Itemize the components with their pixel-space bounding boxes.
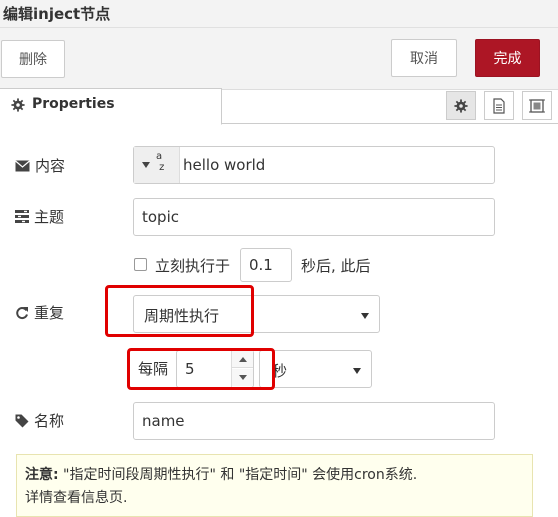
topic-input[interactable]: topic	[133, 198, 495, 236]
interval-highlight-box	[127, 348, 275, 390]
frame-icon	[529, 98, 545, 113]
repeat-label: 重复	[15, 302, 64, 323]
topic-value: topic	[142, 208, 179, 226]
chevron-down-icon	[361, 313, 369, 319]
tab-properties[interactable]: Properties	[0, 88, 222, 125]
az-string-icon: a z	[156, 151, 165, 173]
delete-button[interactable]: 删除	[1, 40, 65, 78]
once-delay-input[interactable]: 0.1	[240, 248, 292, 282]
name-input[interactable]: name	[133, 402, 495, 440]
name-label: 名称	[15, 410, 64, 431]
name-value: name	[142, 412, 185, 430]
tasks-icon	[15, 210, 29, 223]
repeat-highlight-box	[105, 285, 254, 337]
tag-icon	[15, 414, 29, 427]
once-label: 立刻执行于	[155, 257, 231, 275]
note-text-1: "指定时间段周期性执行" 和 "指定时间" 会使用cron系统.	[58, 467, 418, 483]
dialog-titlebar: 编辑inject节点	[0, 0, 558, 28]
payload-input[interactable]: a z hello world	[133, 146, 495, 184]
tab-properties-label: Properties	[32, 96, 115, 112]
gear-icon	[454, 98, 468, 113]
note-text-2: 详情查看信息页.	[25, 490, 128, 506]
once-checkbox[interactable]	[134, 258, 147, 271]
chevron-down-icon	[353, 368, 361, 374]
interval-unit-select[interactable]: 秒	[259, 350, 372, 388]
note-line-1: 注意: "指定时间段周期性执行" 和 "指定时间" 会使用cron系统.	[25, 464, 524, 487]
topic-label: 主题	[15, 206, 64, 227]
dialog-toolbar: 删除 取消 完成	[0, 28, 558, 90]
dialog-title: 编辑inject节点	[3, 5, 111, 23]
description-tab-button[interactable]	[484, 91, 514, 120]
once-suffix: 秒后, 此后	[301, 257, 371, 275]
envelope-icon	[15, 160, 30, 171]
appearance-tab-button[interactable]	[522, 91, 552, 120]
done-button[interactable]: 完成	[475, 39, 540, 77]
cron-note: 注意: "指定时间段周期性执行" 和 "指定时间" 会使用cron系统. 详情查…	[16, 454, 533, 517]
once-delay-value: 0.1	[249, 256, 273, 274]
gear-icon	[11, 98, 25, 112]
repeat-icon	[16, 306, 28, 319]
settings-tab-button[interactable]	[446, 91, 476, 120]
note-strong: 注意:	[25, 467, 59, 483]
content-label: 内容	[15, 155, 65, 176]
payload-type-select[interactable]: a z	[134, 147, 180, 183]
payload-value: hello world	[183, 156, 266, 174]
tab-bar: Properties	[0, 88, 558, 125]
caret-down-icon	[142, 162, 150, 168]
cancel-button[interactable]: 取消	[391, 39, 457, 77]
document-icon	[493, 97, 505, 114]
